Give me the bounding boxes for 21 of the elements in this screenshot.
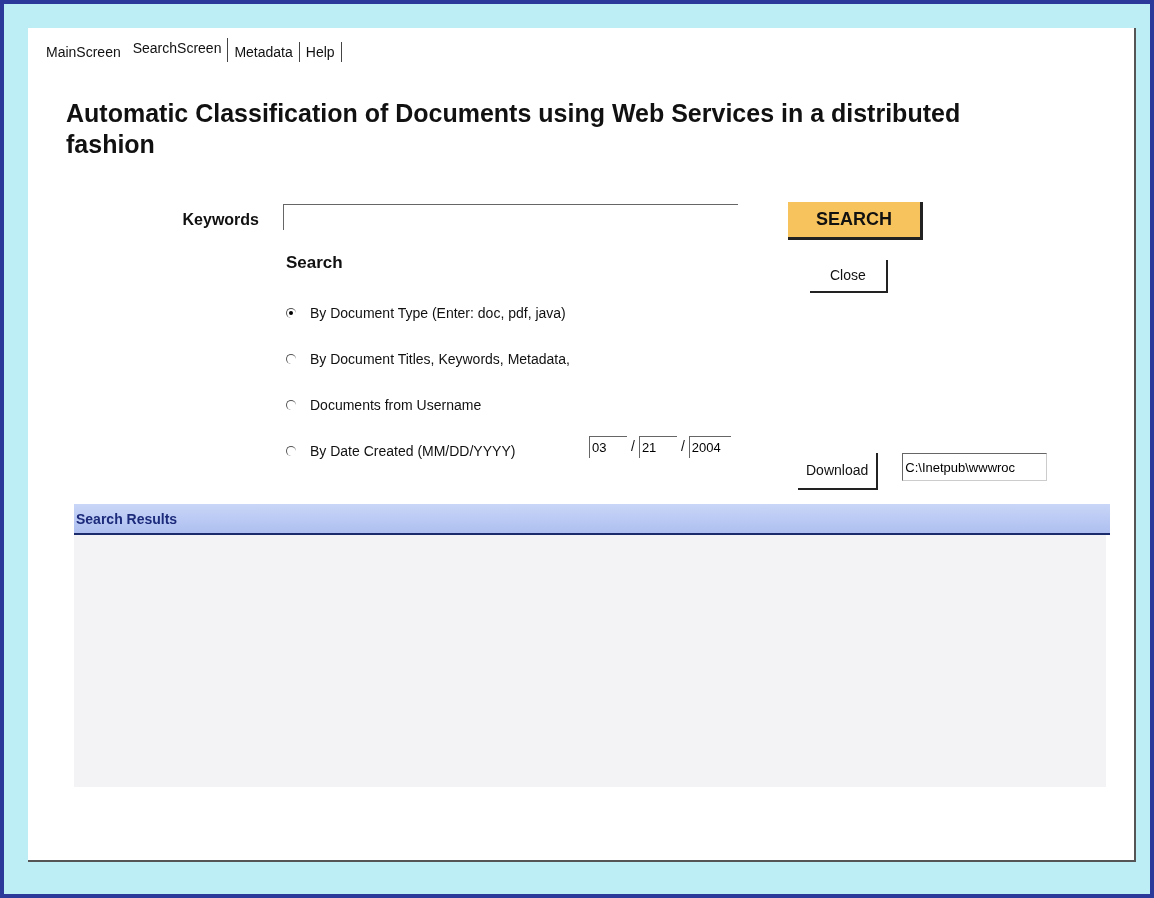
date-separator: / xyxy=(631,437,635,456)
page-title: Automatic Classification of Documents using Web Services in a distributed fashion xyxy=(66,98,962,160)
date-field[interactable]: 21 xyxy=(638,436,677,458)
tab[interactable]: MainScreen xyxy=(40,42,127,62)
close-button[interactable]: Close xyxy=(810,260,888,293)
option-label: Documents from Username xyxy=(310,395,482,415)
section-heading: Search xyxy=(286,253,343,272)
search-button[interactable]: SEARCH xyxy=(788,202,923,240)
path-field[interactable]: C:\Inetpub\wwwroc xyxy=(902,453,1048,481)
date-separator: / xyxy=(680,437,685,456)
field-label: Keywords xyxy=(181,210,259,230)
option-label: By Date Created (MM/DD/YYYY) xyxy=(310,441,517,461)
option-label: By Document Type (Enter: doc, pdf, java) xyxy=(310,303,566,323)
tab[interactable]: Help xyxy=(299,42,342,62)
tab[interactable]: Metadata xyxy=(228,42,300,62)
date-field[interactable]: 2004 xyxy=(688,436,731,458)
tab[interactable]: SearchScreen xyxy=(126,38,229,62)
download-button[interactable]: Download xyxy=(798,453,879,490)
date-field[interactable]: 03 xyxy=(589,436,627,458)
results-header: Search Results xyxy=(74,504,1110,535)
option-label: By Document Titles, Keywords, Metadata, xyxy=(310,349,570,369)
